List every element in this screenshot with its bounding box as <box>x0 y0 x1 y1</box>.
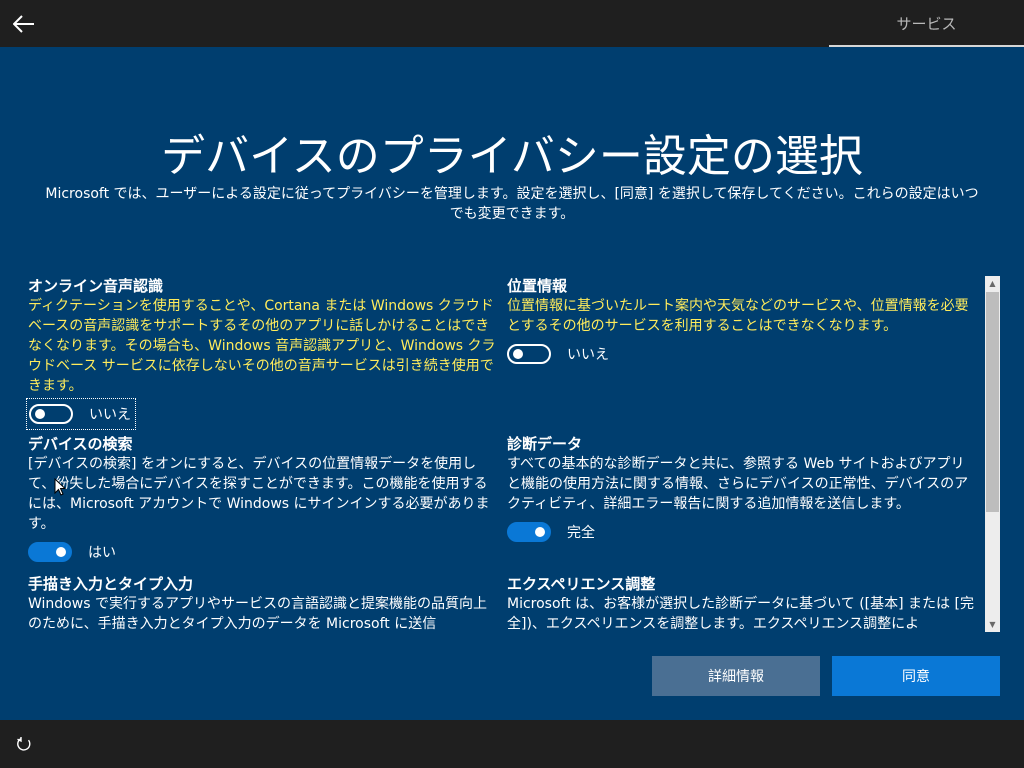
setting-description: Windows で実行するアプリやサービスの言語認識と提案機能の品質向上のために… <box>28 596 487 632</box>
setting-description: ディクテーションを使用することや、Cortana または Windows クラウ… <box>28 298 496 394</box>
details-button[interactable]: 詳細情報 <box>652 656 820 696</box>
toggle-knob <box>56 547 66 557</box>
bottom-bar <box>0 720 1024 768</box>
setting-speech: オンライン音声認識 ディクテーションを使用することや、Cortana または W… <box>26 276 498 430</box>
toggle-label: いいえ <box>89 407 131 423</box>
back-button[interactable] <box>8 8 40 40</box>
setting-description: 位置情報に基づいたルート案内や天気などのサービスや、位置情報を必要とするその他の… <box>507 298 969 334</box>
diagnostics-toggle-row[interactable]: 完全 <box>507 518 977 546</box>
scrollbar-thumb[interactable] <box>986 292 999 512</box>
scroll-down-icon[interactable]: ▼ <box>985 617 1000 632</box>
toggle-label: 完全 <box>567 525 595 541</box>
toggle-label: いいえ <box>567 347 609 363</box>
ease-of-access-icon[interactable] <box>14 734 34 754</box>
setting-diagnostics: 診断データ すべての基本的な診断データと共に、参照する Web サイトおよびアプ… <box>507 434 977 546</box>
setting-title: 位置情報 <box>507 277 568 295</box>
setting-description: すべての基本的な診断データと共に、参照する Web サイトおよびアプリと機能の使… <box>507 456 969 512</box>
setting-title: オンライン音声認識 <box>28 277 164 295</box>
location-toggle-row[interactable]: いいえ <box>507 340 977 368</box>
toggle-knob <box>35 409 45 419</box>
setting-find-device: デバイスの検索 [デバイスの検索] をオンにすると、デバイスの位置情報データを使… <box>28 434 498 566</box>
toggle-label: はい <box>88 545 116 561</box>
arrow-left-icon <box>13 15 34 33</box>
setting-title: 診断データ <box>507 435 583 453</box>
vertical-scrollbar[interactable]: ▲ ▼ <box>985 276 1000 632</box>
toggle-knob <box>535 527 545 537</box>
page-title: デバイスのプライバシー設定の選択 <box>161 131 863 182</box>
scroll-up-icon[interactable]: ▲ <box>985 276 1000 291</box>
speech-toggle[interactable] <box>29 404 73 424</box>
find-device-toggle-row[interactable]: はい <box>28 538 498 566</box>
setting-title: 手描き入力とタイプ入力 <box>28 575 194 593</box>
setting-location: 位置情報 位置情報に基づいたルート案内や天気などのサービスや、位置情報を必要とす… <box>507 276 977 368</box>
setting-experience: エクスペリエンス調整 Microsoft は、お客様が選択した診断データに基づい… <box>507 574 977 632</box>
location-toggle[interactable] <box>507 344 551 364</box>
find-device-toggle[interactable] <box>28 542 72 562</box>
page-subtitle: Microsoft では、ユーザーによる設定に従ってプライバシーを管理します。設… <box>45 186 979 222</box>
setting-description: Microsoft は、お客様が選択した診断データに基づいて ([基本] または… <box>507 596 974 632</box>
settings-scroll-area[interactable]: オンライン音声認識 ディクテーションを使用することや、Cortana または W… <box>0 276 1000 632</box>
diagnostics-toggle[interactable] <box>507 522 551 542</box>
mouse-cursor-icon <box>54 478 66 496</box>
tab-service[interactable]: サービス <box>829 0 1024 47</box>
setting-description: [デバイスの検索] をオンにすると、デバイスの位置情報データを使用して、紛失した… <box>28 456 490 532</box>
ease-of-access-glyph <box>17 737 31 751</box>
tab-underline <box>829 45 1024 47</box>
speech-toggle-row[interactable]: いいえ <box>26 398 136 430</box>
agree-button[interactable]: 同意 <box>832 656 1000 696</box>
toggle-knob <box>513 349 523 359</box>
setting-inking: 手描き入力とタイプ入力 Windows で実行するアプリやサービスの言語認識と提… <box>28 574 498 632</box>
setting-title: エクスペリエンス調整 <box>507 575 656 593</box>
setting-title: デバイスの検索 <box>28 435 133 453</box>
